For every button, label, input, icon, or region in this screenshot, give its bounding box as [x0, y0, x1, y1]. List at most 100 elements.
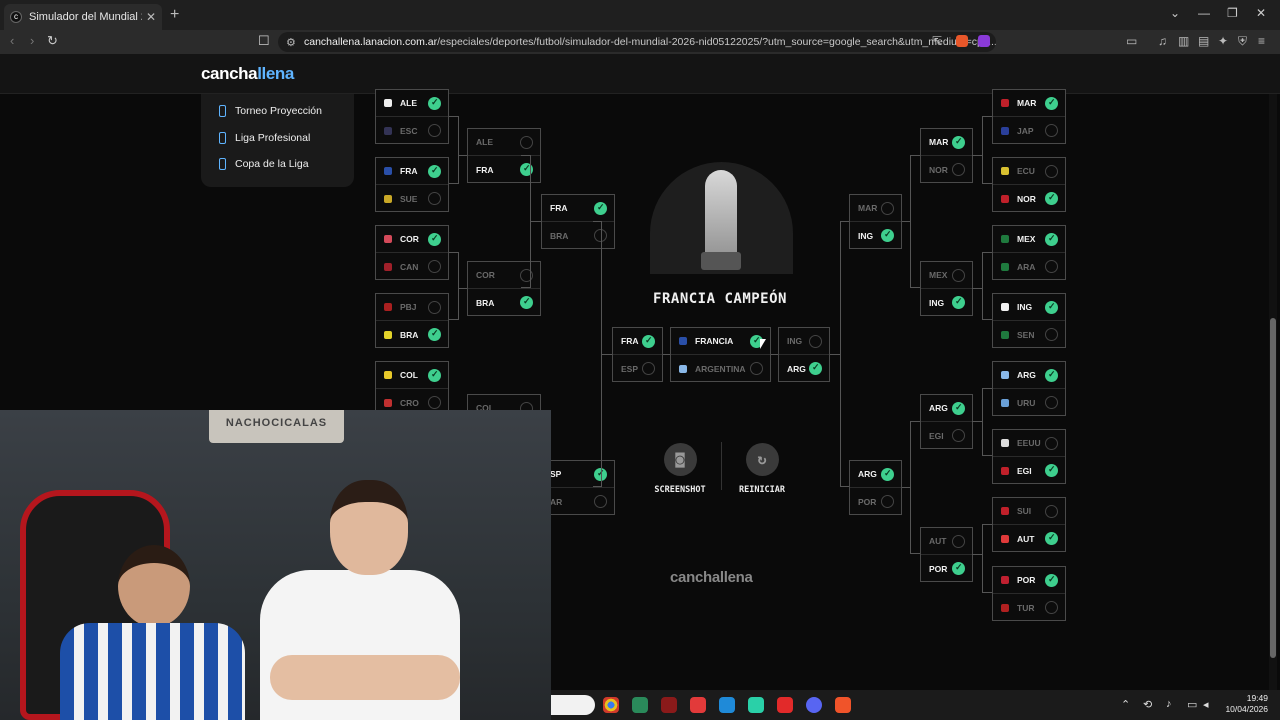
scrollbar-thumb[interactable] [1270, 318, 1276, 658]
radio-icon[interactable] [428, 301, 441, 314]
discord-icon[interactable] [806, 697, 822, 713]
check-icon[interactable] [1045, 97, 1058, 110]
team-row[interactable]: EEUU [993, 430, 1065, 457]
team-row[interactable]: BRA [376, 321, 448, 348]
radio-icon[interactable] [428, 396, 441, 409]
team-row[interactable]: AUT [921, 528, 972, 555]
check-icon[interactable] [594, 202, 607, 215]
screenshot-button[interactable]: ◙ SCREENSHOT [640, 443, 720, 495]
check-icon[interactable] [642, 335, 655, 348]
radio-icon[interactable] [809, 335, 822, 348]
team-row[interactable]: ARA [993, 253, 1065, 280]
final-team-row[interactable]: FRANCIA [671, 328, 770, 355]
team-row[interactable]: EGI [921, 422, 972, 449]
tray-mic-icon[interactable]: ♪ [1166, 698, 1172, 710]
tray-sync-icon[interactable]: ⟲ [1143, 698, 1152, 711]
app-icon[interactable] [632, 697, 648, 713]
app-icon[interactable] [661, 697, 677, 713]
chrome-icon[interactable] [603, 697, 619, 713]
team-row[interactable]: ALE [468, 129, 540, 156]
radio-icon[interactable] [1045, 165, 1058, 178]
team-row[interactable]: ING [779, 328, 829, 355]
radio-icon[interactable] [881, 202, 894, 215]
team-row[interactable]: AR [542, 488, 614, 515]
team-row[interactable]: AUT [993, 525, 1065, 552]
menu-item-liga-profesional[interactable]: Liga Profesional [219, 132, 310, 144]
team-row[interactable]: ESP [613, 355, 662, 382]
address-bar[interactable]: ⚙ canchallena.lanacion.com.ar/especiales… [278, 32, 996, 52]
team-row[interactable]: SUE [376, 185, 448, 212]
tray-volume-icon[interactable]: ◂ [1203, 698, 1209, 711]
radio-icon[interactable] [1045, 260, 1058, 273]
team-row[interactable]: BRA [542, 222, 614, 249]
team-row[interactable]: SEN [993, 321, 1065, 348]
tray-display-icon[interactable]: ▭ [1187, 698, 1197, 711]
radio-icon[interactable] [952, 429, 965, 442]
youtube-icon[interactable] [777, 697, 793, 713]
team-row[interactable]: POR [850, 488, 901, 515]
team-row[interactable]: FRA [613, 328, 662, 355]
system-clock[interactable]: 19:49 10/04/2026 [1218, 693, 1268, 715]
check-icon[interactable] [1045, 464, 1058, 477]
extensions-icon[interactable]: ✦ [1218, 34, 1228, 48]
radio-icon[interactable] [952, 163, 965, 176]
radio-icon[interactable] [1045, 601, 1058, 614]
check-icon[interactable] [428, 97, 441, 110]
team-row[interactable]: POR [921, 555, 972, 582]
team-row[interactable]: NOR [921, 156, 972, 183]
team-row[interactable]: MAR [921, 129, 972, 156]
share-icon[interactable]: ⇱ [932, 34, 942, 48]
new-tab-button[interactable]: + [170, 6, 179, 24]
check-icon[interactable] [1045, 301, 1058, 314]
check-icon[interactable] [952, 296, 965, 309]
sidebar-icon[interactable]: ▥ [1178, 34, 1189, 48]
check-icon[interactable] [881, 468, 894, 481]
team-row[interactable]: TUR [993, 594, 1065, 621]
forward-icon[interactable]: › [30, 33, 34, 48]
check-icon[interactable] [952, 562, 965, 575]
maximize-icon[interactable]: ❐ [1227, 6, 1238, 20]
menu-item-torneo-proyeccion[interactable]: Torneo Proyección [219, 105, 322, 117]
browser-tab[interactable]: c Simulador del Mundial 2026 ✕ [4, 4, 162, 30]
minimize-icon[interactable]: — [1198, 6, 1210, 20]
check-icon[interactable] [428, 328, 441, 341]
team-row[interactable]: MEX [993, 226, 1065, 253]
team-row[interactable]: SUI [993, 498, 1065, 525]
radio-icon[interactable] [1045, 505, 1058, 518]
taskbar-search[interactable] [551, 695, 595, 715]
check-icon[interactable] [881, 229, 894, 242]
app-icon[interactable] [748, 697, 764, 713]
check-icon[interactable] [428, 233, 441, 246]
team-row[interactable]: PBJ [376, 294, 448, 321]
radio-icon[interactable] [428, 260, 441, 273]
team-row[interactable]: JAP [993, 117, 1065, 144]
menu-item-copa-de-la-liga[interactable]: Copa de la Liga [219, 158, 309, 170]
radio-icon[interactable] [594, 495, 607, 508]
window-close-icon[interactable]: ✕ [1256, 6, 1266, 20]
team-row[interactable]: COL [376, 362, 448, 389]
team-row[interactable]: FRA [542, 195, 614, 222]
brave-shields-icon[interactable] [956, 35, 968, 47]
check-icon[interactable] [520, 296, 533, 309]
radio-icon[interactable] [1045, 437, 1058, 450]
check-icon[interactable] [428, 165, 441, 178]
wallet-icon[interactable]: ▤ [1198, 34, 1209, 48]
team-row[interactable]: ING [850, 222, 901, 249]
check-icon[interactable] [1045, 192, 1058, 205]
tab-close-icon[interactable]: ✕ [146, 10, 156, 24]
final-team-row[interactable]: ARGENTINA [671, 355, 770, 382]
team-row[interactable]: MAR [993, 90, 1065, 117]
team-row[interactable]: MAR [850, 195, 901, 222]
team-row[interactable]: ESC [376, 117, 448, 144]
team-row[interactable]: ARG [779, 355, 829, 382]
check-icon[interactable] [809, 362, 822, 375]
radio-icon[interactable] [642, 362, 655, 375]
radio-icon[interactable] [952, 535, 965, 548]
vpn-icon[interactable]: ⛨ [1238, 34, 1247, 49]
check-icon[interactable] [428, 369, 441, 382]
radio-icon[interactable] [1045, 124, 1058, 137]
check-icon[interactable] [1045, 574, 1058, 587]
radio-icon[interactable] [428, 192, 441, 205]
check-icon[interactable] [1045, 233, 1058, 246]
site-logo[interactable]: canchallena [201, 64, 294, 84]
